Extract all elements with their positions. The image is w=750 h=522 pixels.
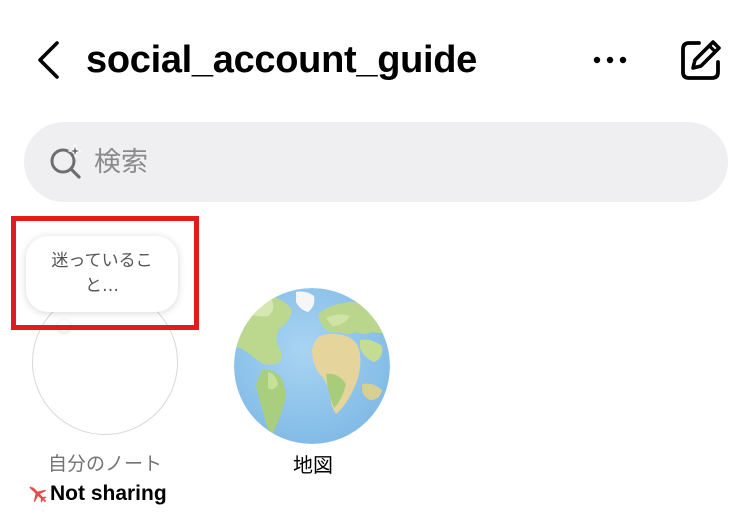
note-bubble[interactable]: 迷っていること… [26,236,178,312]
airplane-icon [29,486,47,503]
search-input[interactable] [94,122,694,202]
more-options-button[interactable] [586,40,634,80]
new-message-button[interactable] [676,36,726,84]
note-status-text: Not sharing [50,482,167,505]
note-status: Not sharing [28,482,167,506]
page-title: social_account_guide [86,39,478,81]
back-button[interactable] [28,38,72,82]
search-sparkle-icon [50,144,83,179]
note-label: 自分のノート [47,453,162,475]
my-note-item[interactable]: 迷っていること… 自分のノート Not sharing [22,226,192,516]
search-bar[interactable] [24,122,728,202]
map-label: 地図 [293,453,333,477]
more-horizontal-icon [593,56,627,64]
header-bar: social_account_guide [0,0,750,120]
globe-icon[interactable] [234,288,390,444]
note-bubble-tail [58,320,70,332]
chevron-left-icon [38,41,59,79]
edit-icon [681,40,721,80]
note-bubble-text: 迷っていること… [51,251,153,296]
map-item[interactable]: 地図 [228,282,398,482]
